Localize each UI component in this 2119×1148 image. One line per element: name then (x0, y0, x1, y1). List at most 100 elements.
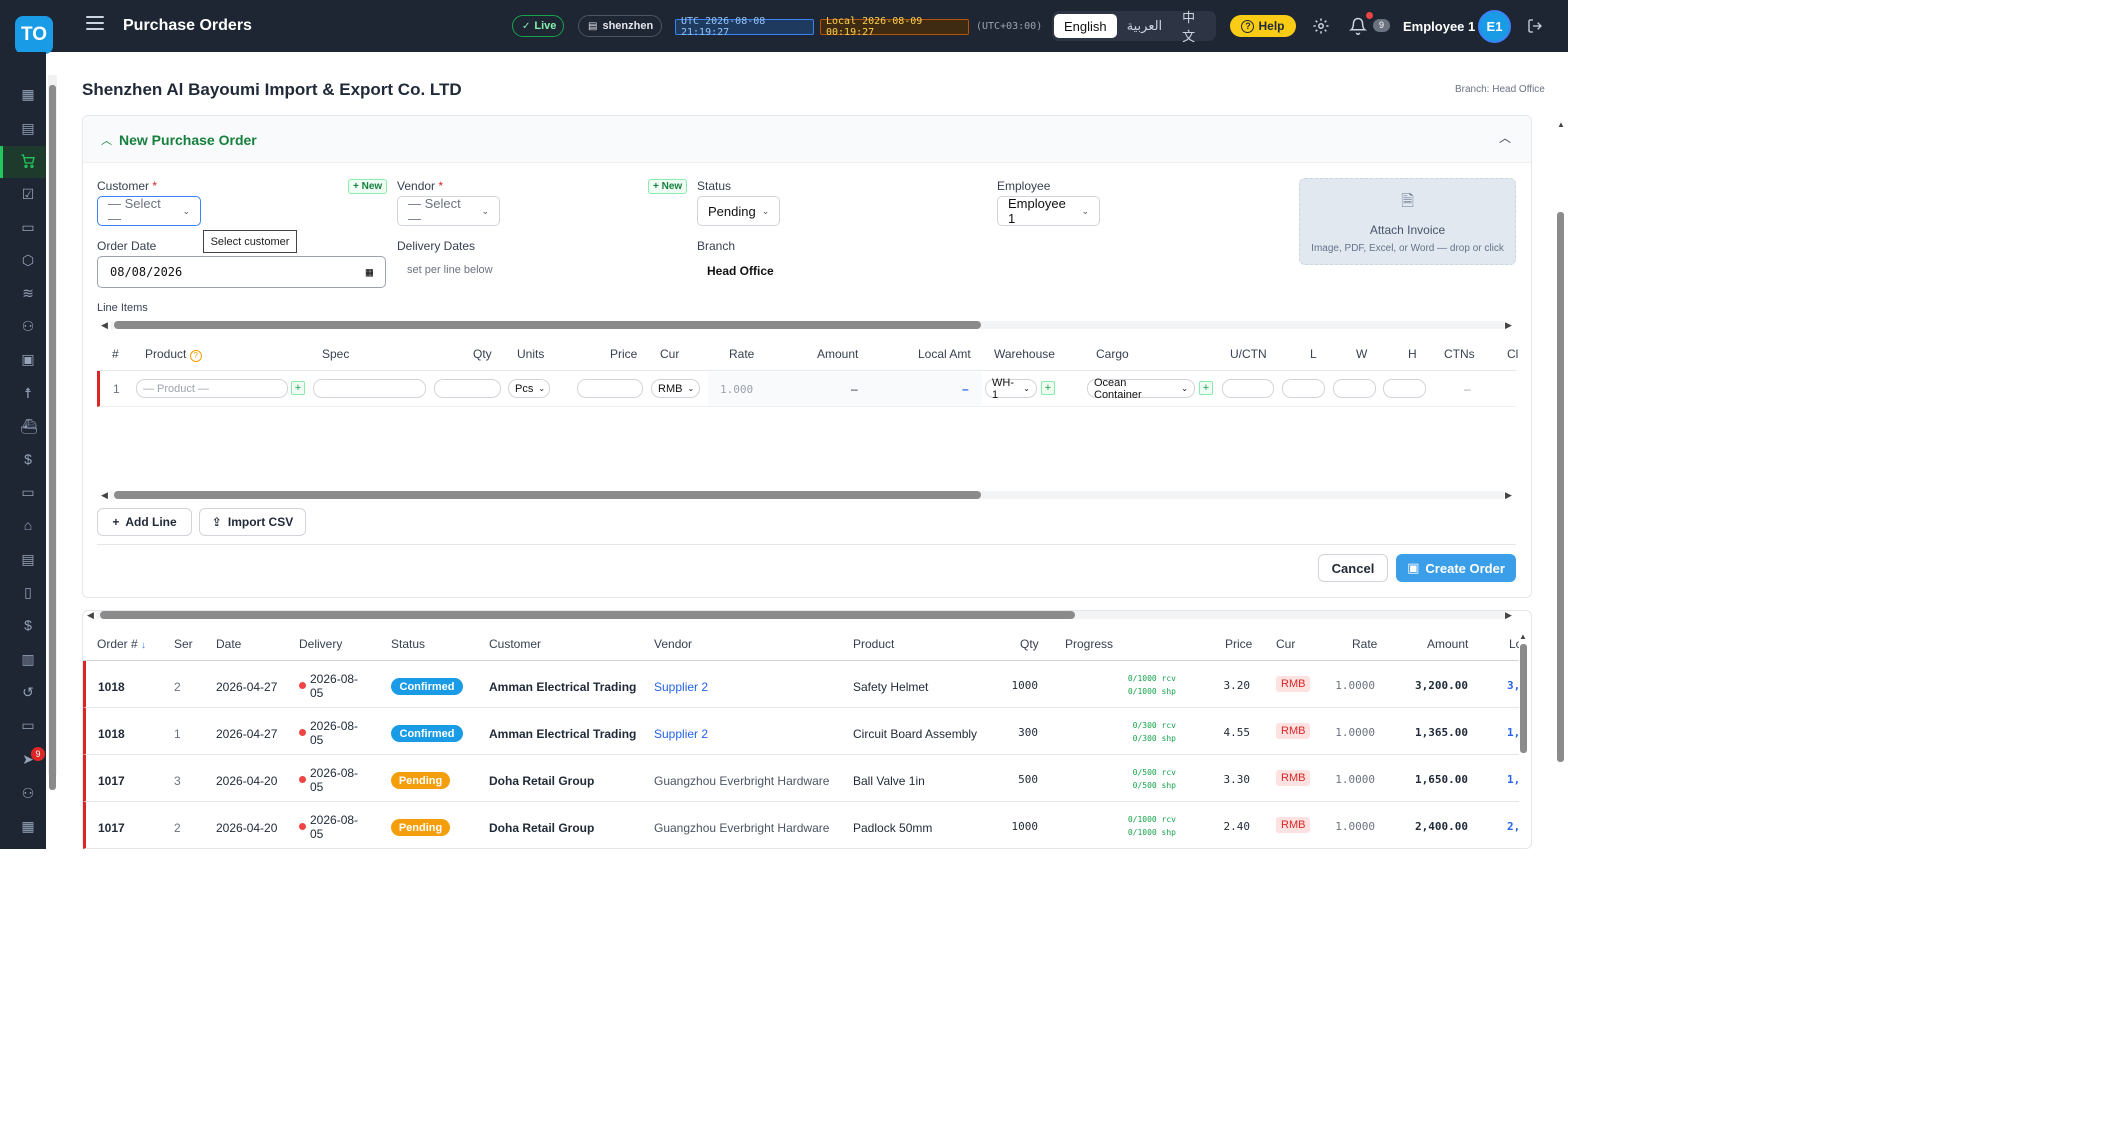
server-badge[interactable]: ▤ shenzhen (578, 15, 662, 37)
col-cur[interactable]: Cur (1276, 637, 1295, 651)
document-icon[interactable]: ▤ (20, 551, 36, 567)
scroll-right-arrow[interactable]: ▶ (1505, 610, 1512, 621)
contact-card-icon[interactable]: ▣ (20, 351, 36, 367)
import-csv-button[interactable]: ⇪ Import CSV (199, 508, 306, 536)
app-logo[interactable]: TO (15, 16, 53, 54)
scroll-right-arrow[interactable]: ▶ (1505, 320, 1512, 331)
local-amount: 1, (1507, 726, 1519, 739)
length-input[interactable] (1282, 379, 1325, 398)
add-cargo-icon[interactable]: + (1199, 381, 1213, 395)
add-line-button[interactable]: + Add Line (97, 508, 192, 536)
bell-icon[interactable] (1348, 17, 1368, 35)
dashboard-icon[interactable]: ▦ (20, 86, 36, 102)
qty-input[interactable] (434, 379, 501, 398)
bar-chart-icon[interactable]: ▥ (20, 651, 36, 667)
col-progress[interactable]: Progress (1065, 637, 1113, 651)
inbox-icon[interactable]: ▭ (20, 717, 36, 733)
product-input[interactable]: — Product — (136, 379, 288, 398)
logout-icon[interactable] (1527, 18, 1543, 34)
panel-header[interactable]: ︿ New Purchase Order ︿ (83, 116, 1531, 163)
line-items-scrollbar-top[interactable] (110, 321, 1504, 329)
clipboard-icon[interactable]: ▤ (20, 120, 36, 136)
order-number[interactable]: 1017 (98, 774, 125, 788)
user-name[interactable]: Employee 1 (1403, 19, 1475, 34)
lang-chinese[interactable]: 中文 (1172, 10, 1214, 44)
archive-icon[interactable]: ▭ (20, 219, 36, 235)
status-select[interactable]: Pending ⌄ (697, 196, 780, 226)
calendar-icon[interactable]: ▦ (366, 265, 373, 279)
col-delivery[interactable]: Delivery (299, 637, 342, 651)
vendor-select[interactable]: — Select — ⌄ (397, 196, 500, 226)
lang-arabic[interactable]: العربية (1117, 14, 1173, 38)
col-qty[interactable]: Qty (1020, 637, 1039, 651)
col-local[interactable]: Lo (1509, 637, 1519, 651)
line-items-scrollbar-bottom[interactable] (110, 491, 1504, 499)
ship-icon[interactable]: ⛴ (20, 418, 38, 434)
uctn-input[interactable] (1222, 379, 1274, 398)
col-vendor[interactable]: Vendor (654, 637, 692, 651)
calendar-icon[interactable]: ▦ (20, 818, 36, 834)
col-ser[interactable]: Ser (174, 637, 193, 651)
vendor-name[interactable]: Supplier 2 (654, 680, 708, 694)
cart-icon[interactable] (20, 153, 36, 169)
scroll-left-arrow[interactable]: ◀ (101, 490, 108, 501)
col-date[interactable]: Date (216, 637, 241, 651)
order-number[interactable]: 1018 (98, 680, 125, 694)
col-product[interactable]: Product (853, 637, 894, 651)
team-icon[interactable]: ⚇ (20, 785, 36, 801)
orders-scrollbar-top[interactable] (96, 611, 1505, 619)
layers-icon[interactable]: ≋ (20, 285, 36, 301)
customer-select[interactable]: — Select — ⌄ (97, 196, 201, 226)
width-input[interactable] (1333, 379, 1376, 398)
accessibility-icon[interactable]: ☨ (20, 385, 36, 401)
spec-input[interactable] (313, 379, 426, 398)
col-customer[interactable]: Customer (489, 637, 541, 651)
order-number[interactable]: 1018 (98, 727, 125, 741)
page-scrollbar[interactable]: ▲ (1556, 120, 1566, 849)
menu-icon[interactable] (86, 16, 104, 30)
col-rate[interactable]: Rate (1352, 637, 1377, 651)
order-number[interactable]: 1017 (98, 821, 125, 835)
vendor-name[interactable]: Supplier 2 (654, 727, 708, 741)
col-price[interactable]: Price (1225, 637, 1252, 651)
table-vertical-scrollbar[interactable]: ▲ (1519, 632, 1529, 849)
wallet-icon[interactable]: ▭ (20, 484, 36, 500)
new-customer-button[interactable]: + New (348, 179, 388, 194)
employee-select[interactable]: Employee 1 ⌄ (997, 196, 1100, 226)
bank-icon[interactable]: ⌂ (20, 517, 36, 533)
add-warehouse-icon[interactable]: + (1041, 381, 1055, 395)
avatar[interactable]: E1 (1478, 10, 1511, 43)
cargo-select[interactable]: Ocean Container ⌄ (1087, 377, 1195, 401)
lang-english[interactable]: English (1054, 14, 1117, 38)
collapse-icon[interactable]: ︿ (1499, 129, 1511, 146)
dollar-icon[interactable]: $ (20, 617, 36, 633)
users-icon[interactable]: ⚇ (20, 318, 36, 334)
col-amount[interactable]: Amount (1427, 637, 1468, 651)
book-icon[interactable]: ▯ (20, 584, 36, 600)
attach-invoice-dropzone[interactable]: 🗎 Attach Invoice Image, PDF, Excel, or W… (1299, 178, 1516, 265)
order-date-input[interactable]: 08/08/2026 ▦ (97, 256, 386, 288)
col-status[interactable]: Status (391, 637, 425, 651)
scroll-right-arrow[interactable]: ▶ (1505, 490, 1512, 501)
help-button[interactable]: ? Help (1230, 15, 1296, 37)
cancel-button[interactable]: Cancel (1318, 554, 1388, 582)
scroll-left-arrow[interactable]: ◀ (87, 610, 94, 621)
add-product-icon[interactable]: + (291, 381, 305, 395)
warehouse-select[interactable]: WH-1 ⌄ (985, 377, 1037, 401)
box-icon[interactable]: ⬡ (20, 252, 36, 268)
local-amount: 2, (1507, 820, 1519, 833)
units-select[interactable]: Pcs ⌄ (508, 379, 550, 398)
create-order-button[interactable]: ▣ Create Order (1396, 554, 1516, 582)
height-input[interactable] (1383, 379, 1426, 398)
col-order-num[interactable]: Order # ↓ (97, 637, 146, 651)
checklist-icon[interactable]: ☑ (20, 186, 36, 202)
amount-value: 1,650.00 (1415, 773, 1468, 786)
sidebar-scrollbar[interactable] (48, 75, 57, 790)
scroll-left-arrow[interactable]: ◀ (101, 320, 108, 331)
currency-select[interactable]: RMB ⌄ (651, 379, 700, 398)
new-vendor-button[interactable]: + New (648, 179, 688, 194)
history-icon[interactable]: ↺ (20, 684, 36, 700)
gear-icon[interactable] (1312, 17, 1330, 35)
invoice-icon[interactable]: $ (20, 451, 36, 467)
price-input[interactable] (577, 379, 643, 398)
